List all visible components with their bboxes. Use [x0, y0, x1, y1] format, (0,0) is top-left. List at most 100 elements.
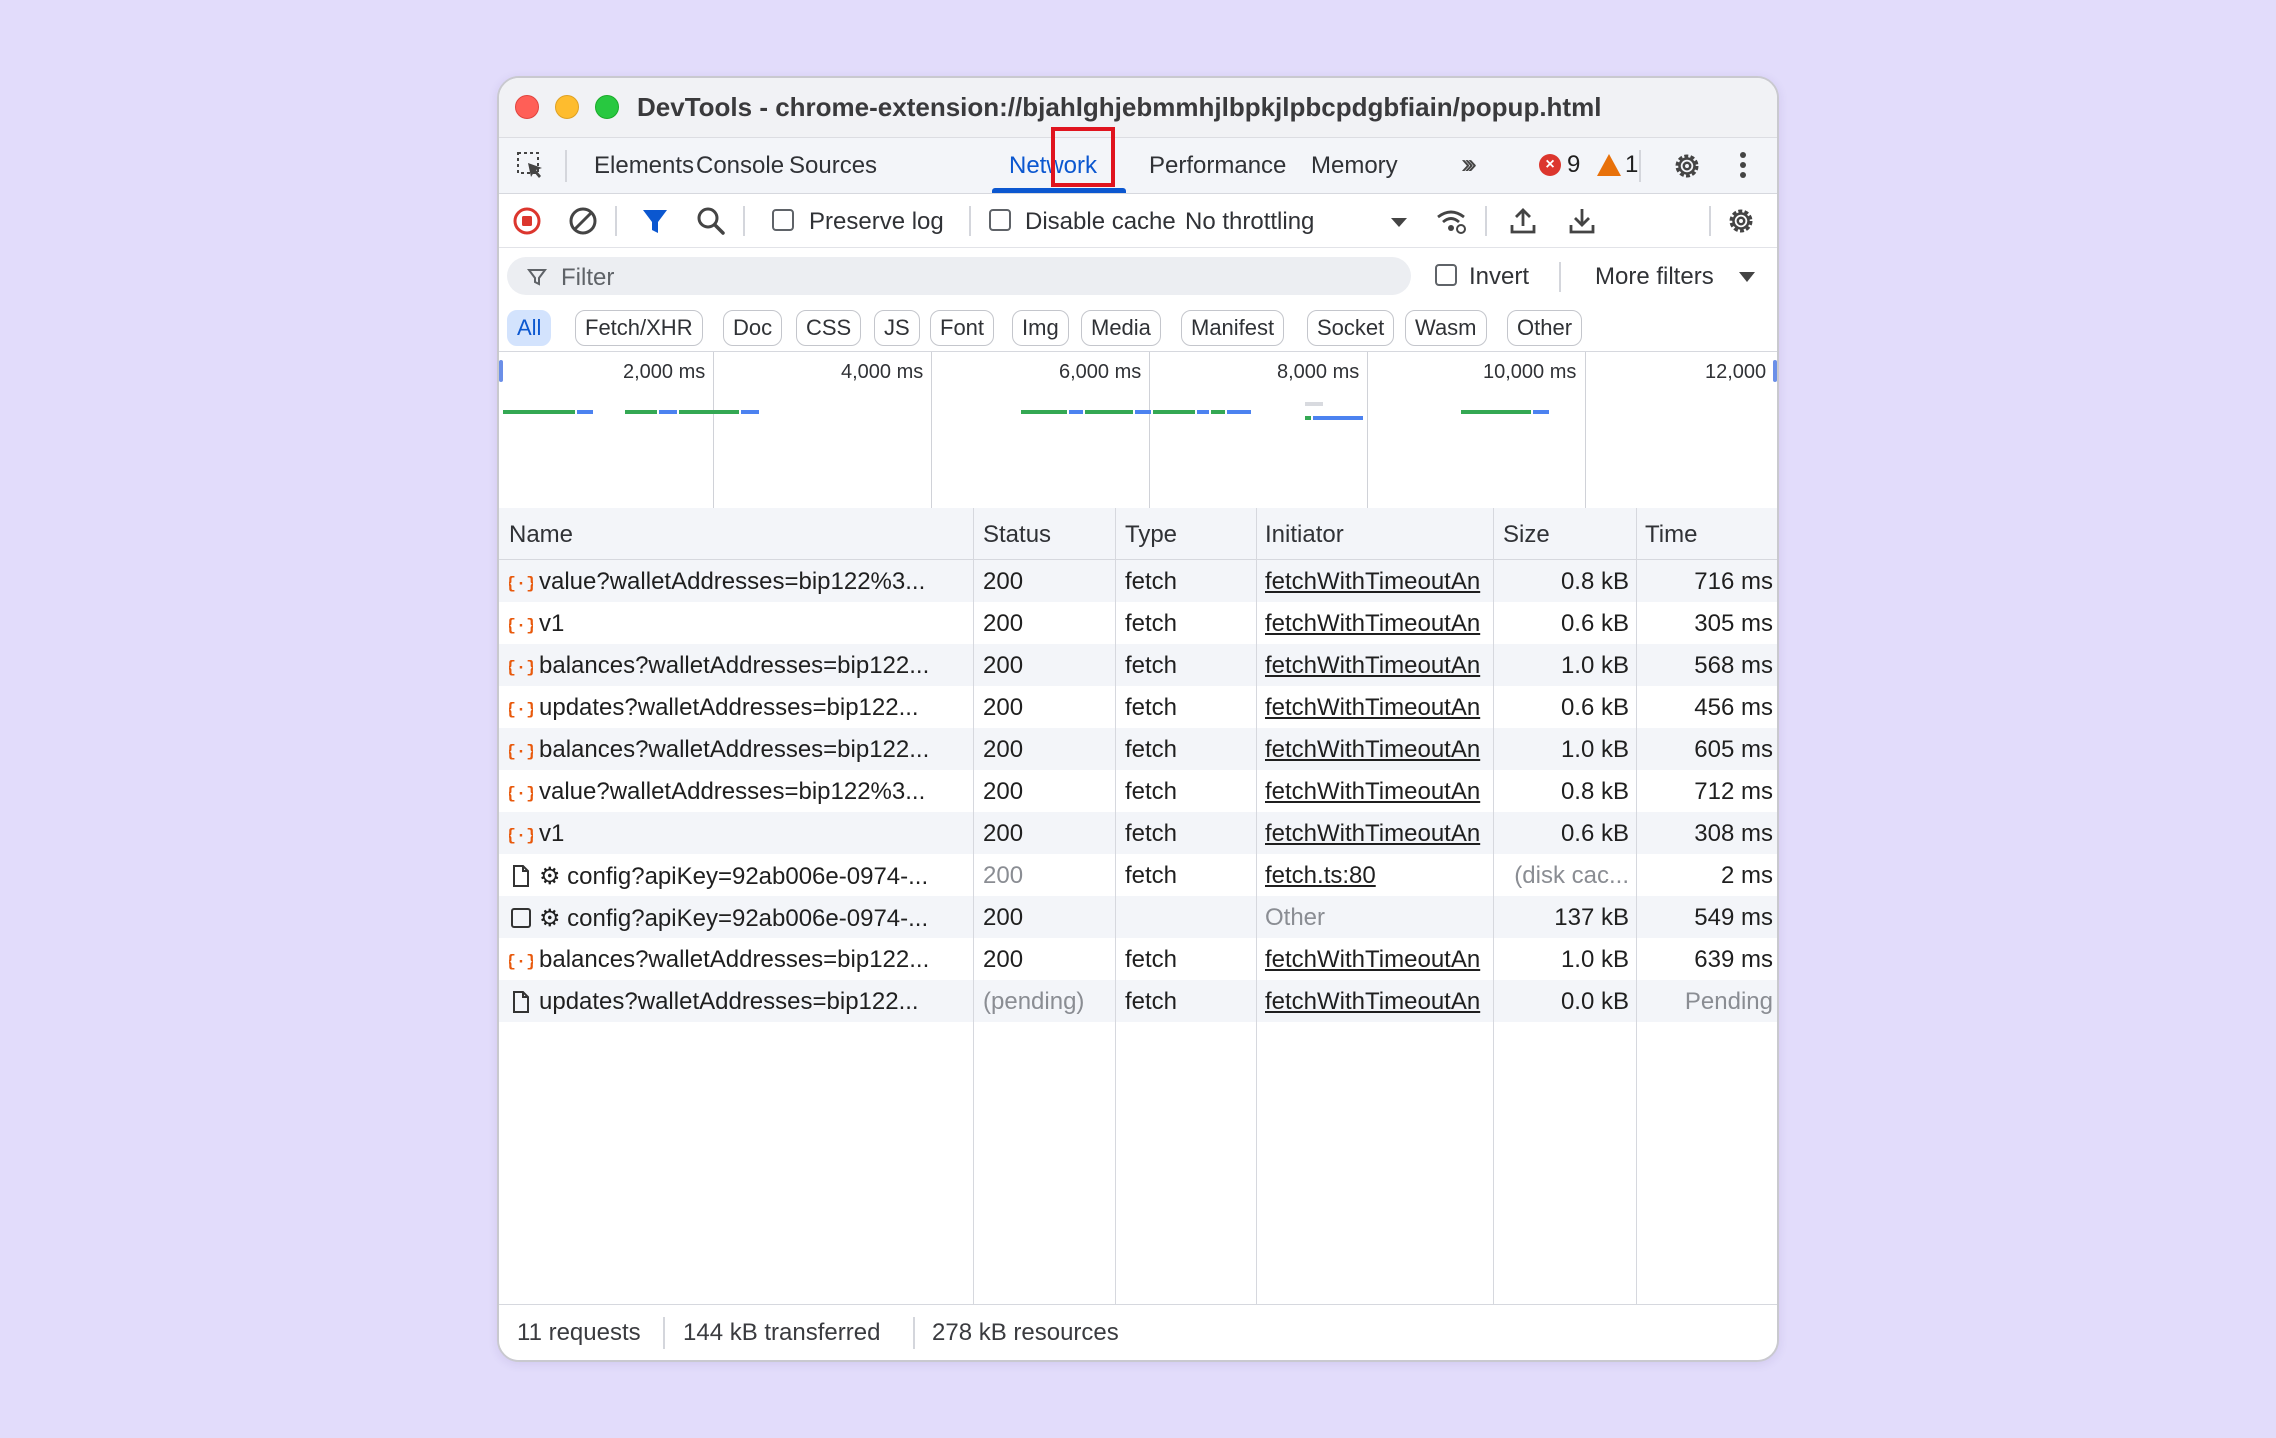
- clear-icon[interactable]: [567, 205, 599, 237]
- table-row[interactable]: {·} v1 200 fetch fetchWithTimeoutAn 0.6 kB 308…: [499, 812, 1777, 854]
- type-filter-other[interactable]: Other: [1507, 310, 1583, 346]
- request-timing-bar: [1135, 410, 1151, 414]
- caret-down-icon: [1739, 272, 1755, 282]
- request-initiator[interactable]: fetchWithTimeoutAn: [1265, 694, 1491, 722]
- column-divider[interactable]: [1493, 508, 1494, 1306]
- column-divider[interactable]: [1256, 508, 1257, 1306]
- request-initiator[interactable]: fetchWithTimeoutAn: [1265, 988, 1491, 1016]
- table-row[interactable]: updates?walletAddresses=bip122... (pendin…: [499, 980, 1777, 1022]
- table-row[interactable]: {·} balances?walletAddresses=bip122... 200…: [499, 938, 1777, 980]
- window-title: DevTools - chrome-extension://bjahlghjeb…: [637, 92, 1602, 122]
- network-overview-timeline[interactable]: 2,000 ms 4,000 ms 6,000 ms 8,000 ms 10,0…: [499, 352, 1777, 512]
- tab-elements[interactable]: Elements: [594, 152, 694, 180]
- type-filter-js[interactable]: JS: [874, 310, 920, 346]
- request-time: 639 ms: [1694, 946, 1773, 973]
- table-row[interactable]: {·} updates?walletAddresses=bip122... 200 f…: [499, 686, 1777, 728]
- type-filter-font[interactable]: Font: [930, 310, 995, 346]
- request-initiator[interactable]: fetchWithTimeoutAn: [1265, 652, 1491, 680]
- request-timing-bar: [1085, 410, 1133, 414]
- request-timing-bar: [1197, 410, 1209, 414]
- request-size: (disk cac...: [1514, 862, 1629, 889]
- column-header-time[interactable]: Time: [1645, 521, 1697, 549]
- column-divider[interactable]: [973, 508, 974, 1306]
- table-row[interactable]: {·} balances?walletAddresses=bip122... 200…: [499, 728, 1777, 770]
- close-window-button[interactable]: [515, 95, 539, 119]
- disable-cache-checkbox[interactable]: [989, 209, 1011, 231]
- table-row[interactable]: ⚙ config?apiKey=92ab006e-0974-... 200 fetc…: [499, 854, 1777, 896]
- svg-text:{·}: {·}: [509, 743, 533, 762]
- inspect-element-icon[interactable]: [515, 150, 545, 180]
- type-filter-fetch-xhr[interactable]: Fetch/XHR: [575, 310, 703, 346]
- stop-recording-icon[interactable]: [511, 205, 543, 237]
- type-filter-manifest[interactable]: Manifest: [1181, 310, 1285, 346]
- tab-sources[interactable]: Sources: [789, 152, 877, 180]
- warning-count-badge[interactable]: 1: [1597, 151, 1638, 179]
- filter-input[interactable]: [507, 257, 1411, 295]
- type-filter-media[interactable]: Media: [1081, 310, 1161, 346]
- fetch-icon: {·}: [506, 570, 537, 594]
- settings-gear-icon[interactable]: [1671, 150, 1703, 182]
- request-status: (pending): [983, 988, 1085, 1015]
- request-initiator[interactable]: fetchWithTimeoutAn: [1265, 736, 1491, 764]
- request-initiator: Other: [1265, 904, 1326, 931]
- overview-tick-label: 12,000: [1705, 361, 1767, 383]
- error-count-badge[interactable]: × 9: [1539, 151, 1580, 179]
- type-filter-socket[interactable]: Socket: [1307, 310, 1395, 346]
- request-timing-bar: [1227, 410, 1251, 414]
- type-filter-wasm[interactable]: Wasm: [1405, 310, 1487, 346]
- request-status: 200: [983, 736, 1024, 763]
- column-header-name[interactable]: Name: [509, 521, 573, 549]
- column-header-status[interactable]: Status: [983, 521, 1051, 549]
- more-options-icon[interactable]: [1739, 150, 1747, 180]
- export-har-download-icon[interactable]: [1566, 205, 1598, 237]
- minimize-window-button[interactable]: [555, 95, 579, 119]
- search-icon[interactable]: [695, 205, 727, 237]
- tab-performance[interactable]: Performance: [1149, 152, 1286, 180]
- request-initiator[interactable]: fetchWithTimeoutAn: [1265, 946, 1491, 974]
- column-header-initiator[interactable]: Initiator: [1265, 521, 1344, 549]
- overview-tick-label: 6,000 ms: [1059, 361, 1142, 383]
- table-row[interactable]: ⚙ config?apiKey=92ab006e-0974-... 200 Othe…: [499, 896, 1777, 938]
- request-size: 1.0 kB: [1560, 736, 1629, 763]
- column-header-type[interactable]: Type: [1125, 521, 1177, 549]
- network-conditions-wifi-icon[interactable]: [1435, 205, 1467, 237]
- filter-placeholder: Filter: [561, 264, 615, 291]
- import-har-upload-icon[interactable]: [1507, 205, 1539, 237]
- request-size: 0.8 kB: [1560, 778, 1629, 805]
- column-header-size[interactable]: Size: [1503, 521, 1550, 549]
- request-status: 200: [983, 946, 1024, 973]
- invert-checkbox[interactable]: [1435, 264, 1457, 286]
- type-filter-all[interactable]: All: [507, 310, 552, 346]
- request-initiator[interactable]: fetch.ts:80: [1265, 862, 1491, 890]
- request-initiator[interactable]: fetchWithTimeoutAn: [1265, 778, 1491, 806]
- table-row[interactable]: {·} value?walletAddresses=bip122%3... 200 f…: [499, 560, 1777, 602]
- tab-memory[interactable]: Memory: [1311, 152, 1398, 180]
- request-initiator[interactable]: fetchWithTimeoutAn: [1265, 568, 1491, 596]
- network-toolbar: Preserve log Disable cache No throttling: [499, 194, 1777, 248]
- request-initiator[interactable]: fetchWithTimeoutAn: [1265, 610, 1491, 638]
- network-settings-gear-icon[interactable]: [1725, 205, 1757, 237]
- column-divider[interactable]: [1636, 508, 1637, 1306]
- filter-funnel-icon[interactable]: [639, 205, 671, 237]
- type-filter-css[interactable]: CSS: [796, 310, 862, 346]
- preserve-log-checkbox[interactable]: [772, 209, 794, 231]
- table-row[interactable]: {·} v1 200 fetch fetchWithTimeoutAn 0.6 kB 305…: [499, 602, 1777, 644]
- throttling-select[interactable]: No throttling: [1185, 208, 1314, 236]
- more-tabs-icon[interactable]: ›››: [1461, 148, 1477, 180]
- zoom-window-button[interactable]: [595, 95, 619, 119]
- overview-gridline: [931, 352, 932, 512]
- overview-right-handle[interactable]: [1773, 360, 1777, 382]
- tab-console[interactable]: Console: [696, 152, 784, 180]
- active-tab-indicator: [992, 188, 1126, 193]
- more-filters-dropdown[interactable]: More filters: [1595, 263, 1714, 291]
- request-size: 1.0 kB: [1560, 652, 1629, 679]
- overview-left-handle[interactable]: [499, 360, 503, 382]
- type-filter-img[interactable]: Img: [1012, 310, 1069, 346]
- column-divider[interactable]: [1115, 508, 1116, 1306]
- type-filter-doc[interactable]: Doc: [723, 310, 783, 346]
- table-row[interactable]: {·} value?walletAddresses=bip122%3... 200 f…: [499, 770, 1777, 812]
- request-initiator[interactable]: fetchWithTimeoutAn: [1265, 820, 1491, 848]
- table-row[interactable]: {·} balances?walletAddresses=bip122... 200…: [499, 644, 1777, 686]
- toolbar-divider: [743, 206, 745, 236]
- resources-size: 278 kB resources: [932, 1319, 1119, 1346]
